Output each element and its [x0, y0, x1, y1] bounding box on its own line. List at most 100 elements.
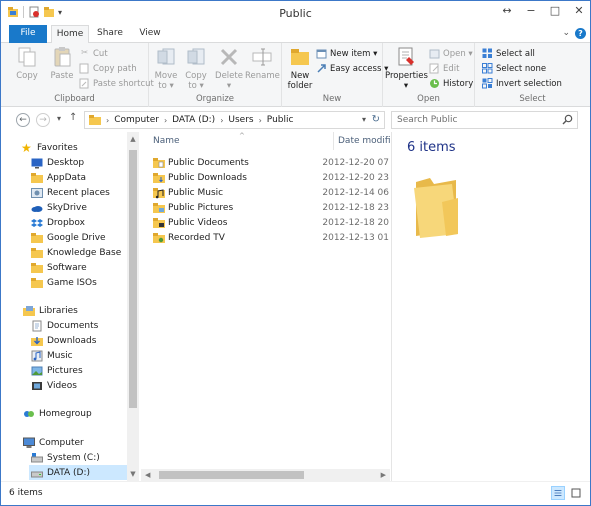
large-folder-icon	[414, 178, 458, 238]
cut-button[interactable]: ✂ Cut	[79, 48, 108, 59]
navigation-bar: ← → ▾ ↑ › Computer › DATA (D:) › Users ›…	[1, 108, 590, 132]
select-none-button[interactable]: Select none	[482, 63, 546, 74]
paste-button[interactable]: Paste	[45, 46, 79, 81]
file-row[interactable]: Public Documents 2012-12-20 07	[153, 155, 389, 170]
large-icons-view-icon[interactable]	[569, 486, 583, 500]
paste-shortcut-button[interactable]: Paste shortcut	[79, 78, 154, 89]
delete-button[interactable]: Delete ▾	[213, 46, 245, 91]
address-bar[interactable]: › Computer › DATA (D:) › Users › Public …	[84, 111, 385, 129]
search-box[interactable]: Search Public	[391, 111, 578, 129]
nav-item-videos[interactable]: Videos	[31, 378, 77, 393]
breadcrumb-users[interactable]: Users	[228, 115, 253, 125]
file-row[interactable]: Public Downloads 2012-12-20 23	[153, 170, 389, 185]
nav-item-skydrive[interactable]: SkyDrive	[31, 200, 87, 215]
minimize-button[interactable]: −	[524, 4, 538, 17]
nav-item-music[interactable]: Music	[31, 348, 73, 363]
nav-item-downloads[interactable]: Downloads	[31, 333, 96, 348]
open-button[interactable]: Open ▾	[429, 48, 473, 59]
nav-item-software[interactable]: Software	[31, 260, 87, 275]
new-item-button[interactable]: New item ▾	[316, 48, 377, 59]
copy-to-button[interactable]: Copy to ▾	[181, 46, 211, 91]
file-row[interactable]: Public Videos 2012-12-18 20	[153, 215, 389, 230]
sort-arrow-icon: ^	[239, 132, 245, 140]
easy-access-label: Easy access ▾	[330, 63, 389, 74]
copy-path-icon	[79, 63, 89, 74]
nav-item-label: Knowledge Base	[47, 247, 122, 258]
properties-button[interactable]: Properties ▾	[385, 46, 428, 91]
scrollbar-thumb[interactable]	[129, 150, 137, 408]
search-icon[interactable]	[562, 114, 573, 125]
file-row[interactable]: Public Music 2012-12-14 06	[153, 185, 389, 200]
libraries-icon	[23, 305, 35, 316]
new-folder-button[interactable]: New folder	[286, 46, 314, 91]
tab-share[interactable]: Share	[91, 25, 129, 43]
copy-button[interactable]: Copy	[10, 46, 44, 81]
edit-button[interactable]: Edit	[429, 63, 459, 74]
nav-item-system-drive[interactable]: System (C:)	[31, 450, 100, 465]
breadcrumb-separator[interactable]: ›	[220, 116, 223, 125]
navigation-pane: ★ Favorites Desktop AppData Recent place…	[1, 132, 139, 481]
nav-computer[interactable]: Computer	[23, 435, 84, 450]
up-button[interactable]: ↑	[69, 112, 77, 123]
nav-item-google-drive[interactable]: Google Drive	[31, 230, 106, 245]
file-row[interactable]: Public Pictures 2012-12-18 23	[153, 200, 389, 215]
copy-path-button[interactable]: Copy path	[79, 63, 137, 74]
recent-locations-icon[interactable]: ▾	[57, 114, 61, 123]
select-all-label: Select all	[496, 48, 535, 59]
refresh-icon[interactable]: ↻	[372, 114, 380, 125]
nav-pane-scrollbar[interactable]: ▲ ▼	[127, 132, 139, 481]
help-icon[interactable]: ?	[575, 28, 586, 39]
address-history-icon[interactable]: ▾	[362, 115, 366, 124]
breadcrumb-computer[interactable]: Computer	[114, 115, 159, 125]
breadcrumb-separator[interactable]: ›	[106, 116, 109, 125]
nav-item-dropbox[interactable]: Dropbox	[31, 215, 85, 230]
tab-view[interactable]: View	[131, 25, 169, 43]
column-header-name[interactable]: Name	[153, 136, 180, 146]
move-to-icon	[157, 48, 175, 65]
select-all-button[interactable]: Select all	[482, 48, 535, 59]
nav-item-pictures[interactable]: Pictures	[31, 363, 83, 378]
close-button[interactable]: ✕	[572, 4, 586, 17]
nav-homegroup[interactable]: Homegroup	[23, 406, 92, 421]
scroll-up-icon[interactable]: ▲	[127, 135, 139, 143]
column-divider[interactable]	[333, 132, 334, 150]
invert-selection-button[interactable]: Invert selection	[482, 78, 562, 89]
breadcrumb-data-drive[interactable]: DATA (D:)	[172, 115, 215, 125]
nav-item-knowledge-base[interactable]: Knowledge Base	[31, 245, 121, 260]
nav-item-game-isos[interactable]: Game ISOs	[31, 275, 97, 290]
nav-item-data-drive[interactable]: DATA (D:)	[29, 465, 127, 480]
scroll-right-icon[interactable]: ▶	[381, 469, 386, 481]
expand-ribbon-icon[interactable]: ⌄	[562, 28, 570, 38]
nav-item-documents[interactable]: Documents	[31, 318, 98, 333]
scroll-left-icon[interactable]: ◀	[145, 469, 150, 481]
move-to-button[interactable]: Move to ▾	[151, 46, 181, 91]
scroll-down-icon[interactable]: ▼	[127, 470, 139, 478]
easy-access-button[interactable]: Easy access ▾	[316, 63, 388, 74]
forward-button[interactable]: →	[36, 113, 50, 127]
nav-libraries[interactable]: Libraries	[23, 303, 78, 318]
details-view-icon[interactable]	[551, 486, 565, 500]
back-button[interactable]: ←	[16, 113, 30, 127]
resize-icon[interactable]: ↔	[500, 4, 514, 17]
breadcrumb-separator[interactable]: ›	[164, 116, 167, 125]
rename-button[interactable]: Rename	[245, 46, 280, 81]
nav-item-desktop[interactable]: Desktop	[31, 155, 84, 170]
new-item-icon	[316, 49, 327, 59]
tab-file[interactable]: File	[9, 25, 47, 43]
nav-item-appdata[interactable]: AppData	[31, 170, 86, 185]
tab-home[interactable]: Home	[51, 25, 89, 44]
file-name: Public Documents	[168, 157, 249, 168]
nav-favorites[interactable]: ★ Favorites	[21, 140, 78, 155]
breadcrumb-separator[interactable]: ›	[259, 116, 262, 125]
file-row[interactable]: Recorded TV 2012-12-13 01	[153, 230, 389, 245]
nav-favorites-label: Favorites	[37, 142, 78, 153]
scrollbar-thumb[interactable]	[159, 471, 304, 479]
skydrive-icon	[31, 205, 43, 212]
column-header-date[interactable]: Date modified	[338, 136, 390, 146]
breadcrumb-public[interactable]: Public	[267, 115, 294, 125]
file-list-scrollbar[interactable]: ◀ ▶	[141, 469, 390, 481]
maximize-button[interactable]: □	[548, 4, 562, 17]
item-count-heading: 6 items	[407, 140, 456, 155]
nav-item-recent-places[interactable]: Recent places	[31, 185, 110, 200]
history-button[interactable]: History	[429, 78, 473, 89]
